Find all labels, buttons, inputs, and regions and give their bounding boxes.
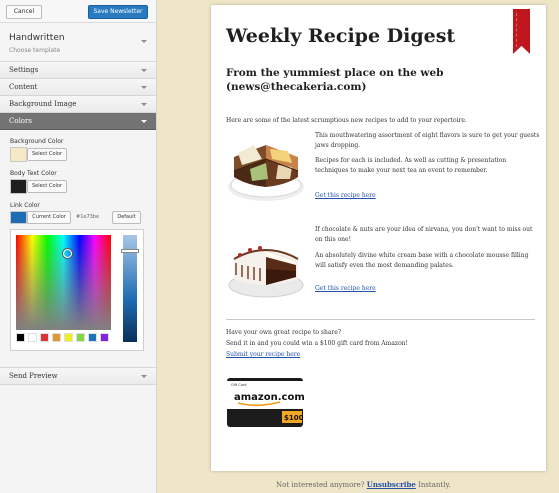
section-divider <box>226 319 535 320</box>
color-picker <box>10 229 144 351</box>
chevron-down-icon <box>141 69 147 72</box>
recipe1-description: This mouthwatering assortment of eight f… <box>315 132 540 149</box>
cancel-button[interactable]: Cancel <box>6 5 42 19</box>
current-color-button[interactable]: Current Color <box>27 211 71 224</box>
section-label: Settings <box>9 66 39 74</box>
intro-text: Here are some of the latest scrumptious … <box>226 117 467 124</box>
section-settings[interactable]: Settings <box>0 62 156 79</box>
newsletter-title: Weekly Recipe Digest <box>226 25 456 47</box>
section-background-image[interactable]: Background Image <box>0 96 156 113</box>
footer-text-before: Not interested anymore? <box>276 481 365 489</box>
palette-swatch[interactable] <box>16 333 25 342</box>
theme-selector[interactable]: Handwritten Choose template <box>0 23 156 62</box>
footer-text-after: Instantly. <box>418 481 451 489</box>
section-label: Colors <box>9 117 32 125</box>
cake-assortment-image <box>228 145 304 201</box>
recipe2-link[interactable]: Get this recipe here <box>315 285 376 292</box>
palette-swatch[interactable] <box>76 333 85 342</box>
palette-swatch[interactable] <box>64 333 73 342</box>
colors-panel: Background Color Select Color Body Text … <box>0 130 156 368</box>
share-line-2: Send it in and you could win a $100 gift… <box>226 340 408 347</box>
newsletter-preview: Weekly Recipe Digest From the yummiest p… <box>211 5 546 471</box>
section-content[interactable]: Content <box>0 79 156 96</box>
palette-swatch[interactable] <box>100 333 109 342</box>
chevron-down-icon <box>141 120 147 123</box>
palette-swatch[interactable] <box>40 333 49 342</box>
recipe2-details: An absolutely divine white cream base wi… <box>315 252 529 269</box>
submit-recipe-link[interactable]: Submit your recipe here <box>226 351 300 358</box>
chevron-down-icon <box>141 103 147 106</box>
body-text-color-label: Body Text Color <box>10 170 57 177</box>
chevron-down-icon <box>141 375 147 378</box>
palette-swatch[interactable] <box>28 333 37 342</box>
hex-value-input[interactable]: #1e73be <box>76 212 99 223</box>
section-label: Send Preview <box>9 372 58 380</box>
bookmark-ribbon-icon <box>513 9 530 54</box>
body-text-select-color-button[interactable]: Select Color <box>27 180 67 193</box>
share-line-1: Have your own great recipe to share? <box>226 329 342 336</box>
link-color-label: Link Color <box>10 202 40 209</box>
recipe2-description: If chocolate & nuts are your idea of nir… <box>315 226 533 243</box>
amazon-gift-card-image: Gift Card amazon.com $100 <box>227 378 304 427</box>
theme-name: Handwritten <box>9 33 65 43</box>
newsletter-subtitle: From the yummiest place on the web (news… <box>226 67 444 93</box>
section-send-preview[interactable]: Send Preview <box>0 368 156 385</box>
unsubscribe-link[interactable]: Unsubscribe <box>367 480 416 489</box>
save-newsletter-button[interactable]: Save Newsletter <box>88 5 148 19</box>
section-label: Content <box>9 83 38 91</box>
palette-swatch[interactable] <box>52 333 61 342</box>
theme-subtitle: Choose template <box>9 47 61 54</box>
chevron-down-icon <box>141 40 147 43</box>
recipe1-link[interactable]: Get this recipe here <box>315 192 376 199</box>
editor-sidebar: Cancel Save Newsletter Handwritten Choos… <box>0 0 157 493</box>
palette-swatch[interactable] <box>88 333 97 342</box>
section-label: Background Image <box>9 100 77 108</box>
body-text-color-swatch[interactable] <box>10 179 27 194</box>
section-colors[interactable]: Colors <box>0 113 156 130</box>
amazon-logo-text: amazon.com <box>234 392 304 403</box>
footer: Not interested anymore? Unsubscribe Inst… <box>0 480 559 489</box>
link-color-swatch[interactable] <box>10 211 27 224</box>
default-color-button[interactable]: Default <box>112 211 141 224</box>
chevron-down-icon <box>141 86 147 89</box>
recipe1-details: Recipes for each is included. As well as… <box>315 157 507 174</box>
gift-card-label: Gift Card <box>231 383 247 387</box>
gift-card-amount: $100 <box>284 414 304 422</box>
picker-cursor[interactable] <box>63 249 72 258</box>
hue-slider-handle[interactable] <box>121 249 139 253</box>
sidebar-toolbar: Cancel Save Newsletter <box>0 0 156 23</box>
chocolate-cream-cake-image <box>228 246 304 298</box>
background-color-label: Background Color <box>10 138 64 145</box>
background-color-swatch[interactable] <box>10 147 27 162</box>
background-select-color-button[interactable]: Select Color <box>27 148 67 161</box>
